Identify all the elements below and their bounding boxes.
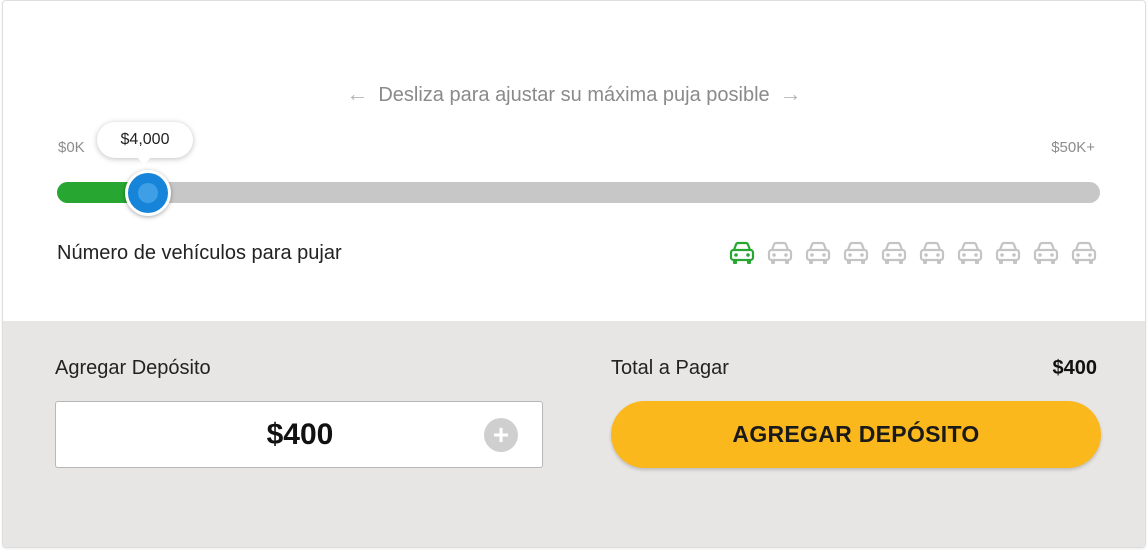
slider-max-label: $50K+ (1051, 139, 1095, 156)
deposit-label: Agregar Depósito (55, 357, 211, 379)
slider-min-label: $0K (58, 139, 85, 156)
car-icon (843, 241, 869, 264)
car-icon (729, 241, 755, 264)
car-icon (1033, 241, 1059, 264)
bid-slider-handle[interactable] (125, 170, 171, 216)
arrow-left-icon: ← (346, 81, 369, 106)
vehicle-count-indicator (729, 241, 1097, 265)
arrow-right-icon: → (779, 81, 802, 106)
slider-hint: ← Desliza para ajustar su máxima puja pos… (3, 81, 1145, 107)
car-icon (1071, 241, 1097, 264)
car-icon (995, 241, 1021, 264)
total-label: Total a Pagar (611, 357, 729, 379)
bid-slider-track[interactable] (57, 182, 1100, 203)
vehicles-label: Número de vehículos para pujar (57, 242, 342, 264)
deposit-card: ← Desliza para ajustar su máxima puja pos… (2, 0, 1146, 548)
plus-icon[interactable]: + (484, 418, 518, 452)
deposit-amount-value: $400 (266, 418, 334, 451)
add-deposit-button[interactable]: AGREGAR DEPÓSITO (611, 401, 1101, 468)
car-icon (881, 241, 907, 264)
car-icon (957, 241, 983, 264)
car-icon (805, 241, 831, 264)
slider-hint-text: Desliza para ajustar su máxima puja posi… (378, 84, 770, 106)
deposit-amount-field[interactable]: $400 + (55, 401, 543, 468)
slider-value-tooltip: $4,000 (97, 122, 193, 165)
total-value: $400 (1052, 357, 1098, 379)
car-icon (919, 241, 945, 264)
deposit-panel: Agregar Depósito $400 + Total a Pagar $4… (3, 321, 1145, 547)
car-icon (767, 241, 793, 264)
